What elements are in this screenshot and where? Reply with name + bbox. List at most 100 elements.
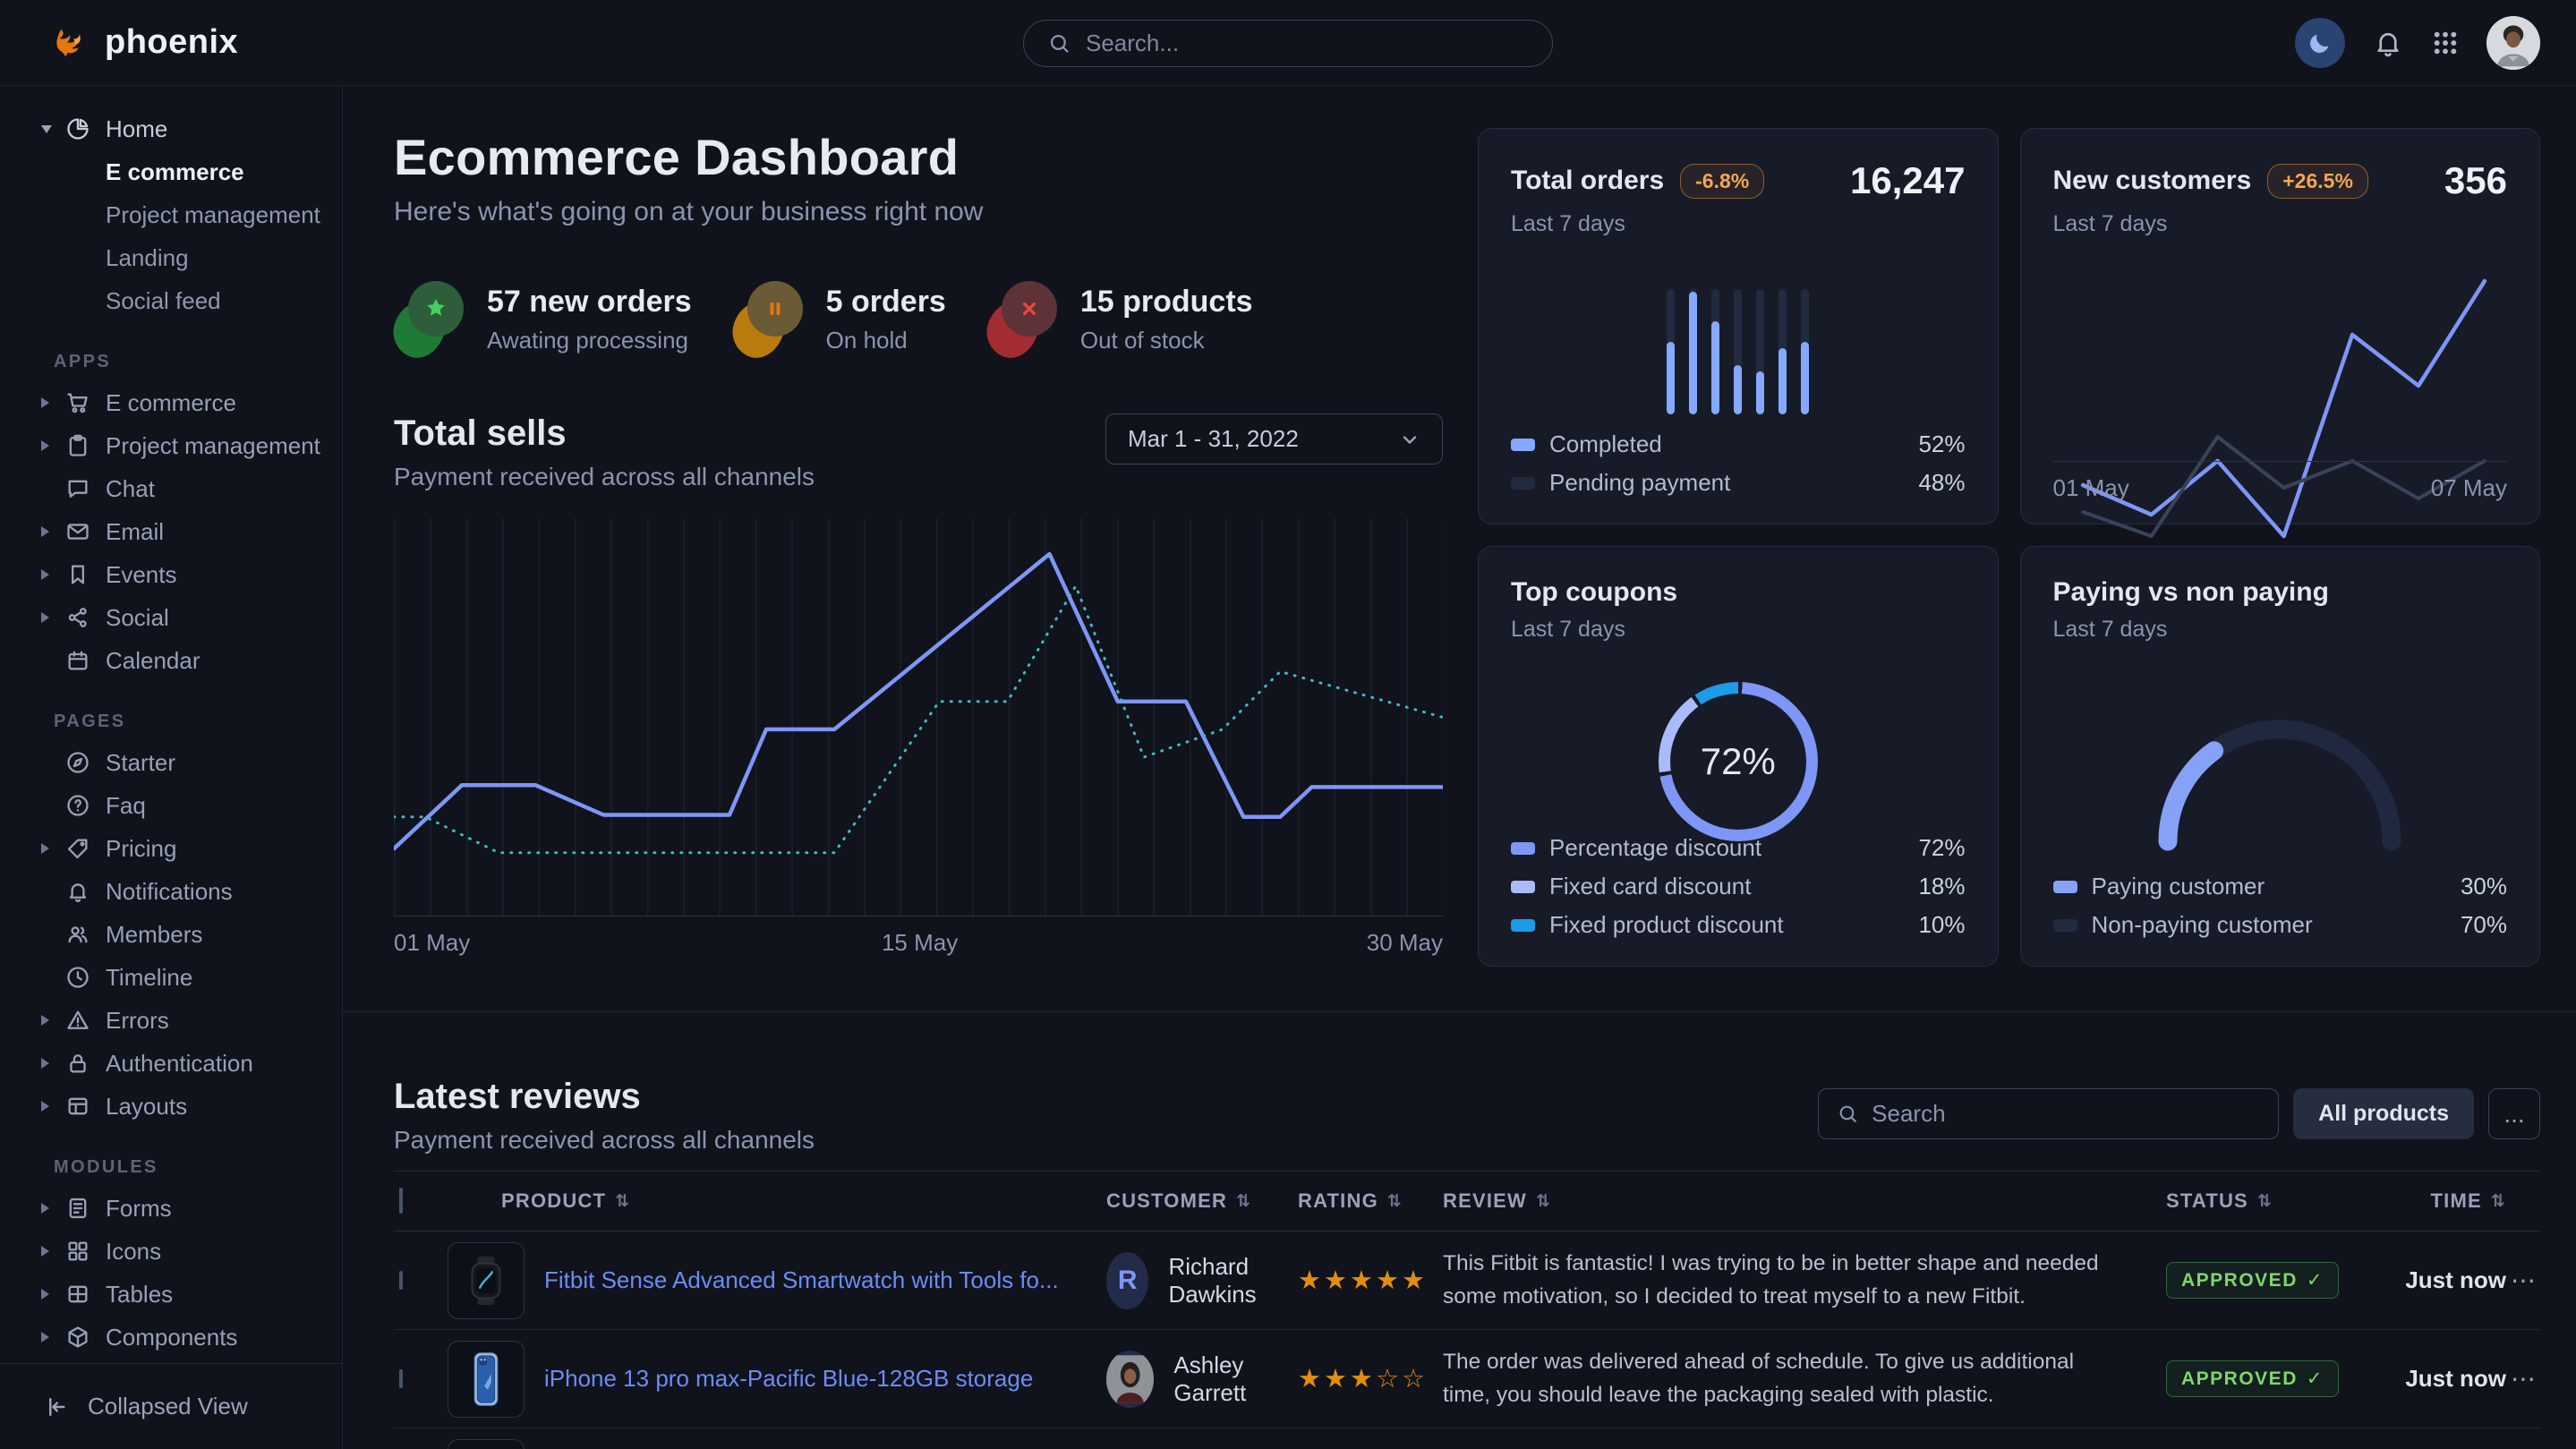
collapse-sidebar-button[interactable]: Collapsed View	[0, 1363, 342, 1449]
sidebar-item-starter[interactable]: Starter	[0, 741, 342, 784]
row-menu-button[interactable]: ⋯	[2506, 1364, 2540, 1394]
sidebar-item-components[interactable]: Components	[0, 1316, 342, 1359]
all-products-button[interactable]: All products	[2293, 1088, 2474, 1139]
sidebar-item-forms[interactable]: Forms	[0, 1187, 342, 1230]
brand-logo[interactable]: phoenix	[51, 22, 238, 64]
total-sells-chart: 01 May 15 May 30 May	[394, 518, 1443, 954]
product-thumbnail-smartwatch[interactable]	[448, 1242, 525, 1319]
sidebar-item-icons[interactable]: Icons	[0, 1230, 342, 1273]
collapse-icon	[45, 1394, 72, 1420]
legend-item: Pending payment 48%	[1511, 469, 1966, 497]
sidebar-item-authentication[interactable]: Authentication	[0, 1042, 342, 1085]
reviews-search-input[interactable]	[1872, 1100, 2260, 1128]
legend-chip	[1511, 477, 1535, 490]
sidebar-item-email[interactable]: Email	[0, 510, 342, 553]
product-link[interactable]: iPhone 13 pro max-Pacific Blue-128GB sto…	[544, 1365, 1033, 1393]
star-icon	[408, 281, 464, 337]
components-box-icon	[64, 1325, 91, 1350]
table-row-partial	[394, 1428, 2540, 1449]
sidebar-item-calendar[interactable]: Calendar	[0, 639, 342, 682]
sort-icon[interactable]: ⇅	[1387, 1191, 1403, 1212]
stat-orders-on-hold: 5 orders On hold	[733, 281, 946, 358]
lock-icon	[64, 1051, 91, 1076]
reviews-search[interactable]	[1818, 1088, 2279, 1139]
new-customers-card: New customers +26.5% 356 Last 7 days 01 …	[2020, 128, 2541, 524]
caret-right-icon	[41, 1015, 64, 1026]
column-customer: CUSTOMER	[1106, 1189, 1227, 1213]
row-checkbox[interactable]	[399, 1271, 403, 1290]
row-menu-button[interactable]: ⋯	[2506, 1266, 2540, 1295]
product-thumbnail[interactable]	[448, 1439, 525, 1449]
sidebar-item-project-management-app[interactable]: Project management	[0, 424, 342, 467]
order-bar	[1711, 289, 1719, 414]
caret-right-icon	[41, 1332, 64, 1342]
card-period: Last 7 days	[2053, 211, 2508, 237]
brand-name: phoenix	[105, 23, 238, 62]
customer-photo-avatar[interactable]	[1106, 1351, 1154, 1408]
bell-icon	[64, 879, 91, 904]
x-tick: 07 May	[2431, 474, 2507, 502]
caret-right-icon	[41, 569, 64, 580]
caret-right-icon	[41, 1289, 64, 1300]
sidebar-item-notifications[interactable]: Notifications	[0, 870, 342, 913]
total-sells-title: Total sells	[394, 413, 815, 454]
customer-initial-avatar[interactable]: R	[1106, 1252, 1148, 1309]
sort-icon[interactable]: ⇅	[1536, 1191, 1551, 1212]
sidebar-item-members[interactable]: Members	[0, 913, 342, 956]
card-title: Top coupons	[1511, 577, 1677, 608]
date-range-value: Mar 1 - 31, 2022	[1128, 425, 1299, 453]
x-tick: 30 May	[1367, 929, 1443, 957]
theme-toggle-button[interactable]	[2295, 18, 2345, 68]
global-search-input[interactable]	[1086, 30, 1529, 57]
reviews-more-button[interactable]: ...	[2488, 1088, 2540, 1139]
product-thumbnail-iphone[interactable]	[448, 1341, 525, 1418]
sidebar-group-modules: MODULES	[0, 1147, 342, 1187]
review-time: Just now	[2399, 1266, 2506, 1294]
sidebar-item-tables[interactable]: Tables	[0, 1273, 342, 1316]
sidebar-item-pricing[interactable]: Pricing	[0, 827, 342, 870]
review-time: Just now	[2399, 1365, 2506, 1393]
sidebar-item-faq[interactable]: Faq	[0, 784, 342, 827]
sidebar-item-chat[interactable]: Chat	[0, 467, 342, 510]
sort-icon[interactable]: ⇅	[2257, 1191, 2273, 1212]
user-avatar[interactable]	[2486, 16, 2540, 70]
sidebar-item-home[interactable]: Home	[0, 107, 342, 150]
status-badge: APPROVED ✓	[2166, 1360, 2339, 1397]
select-all-checkbox[interactable]	[399, 1188, 403, 1214]
clipboard-icon	[64, 433, 91, 458]
sidebar-item-ecommerce-dashboard[interactable]: E commerce	[0, 150, 342, 193]
sidebar-item-ecommerce-app[interactable]: E commerce	[0, 381, 342, 424]
sort-icon[interactable]: ⇅	[2491, 1191, 2506, 1212]
sort-icon[interactable]: ⇅	[1236, 1191, 1251, 1212]
sidebar-item-social[interactable]: Social	[0, 596, 342, 639]
sidebar-item-landing[interactable]: Landing	[0, 236, 342, 279]
order-bar	[1734, 289, 1742, 414]
apps-grid-button[interactable]	[2431, 29, 2460, 57]
sidebar-item-timeline[interactable]: Timeline	[0, 956, 342, 999]
stat-sublabel: On hold	[826, 327, 946, 354]
sidebar-item-errors[interactable]: Errors	[0, 999, 342, 1042]
sidebar-item-social-feed[interactable]: Social feed	[0, 279, 342, 322]
grid-icon	[2431, 29, 2460, 57]
row-checkbox[interactable]	[399, 1369, 403, 1388]
date-range-select[interactable]: Mar 1 - 31, 2022	[1105, 413, 1443, 465]
stat-value: 5 orders	[826, 285, 946, 320]
total-sells-header: Total sells Payment received across all …	[394, 413, 1443, 491]
mail-icon	[64, 519, 91, 544]
card-title: Paying vs non paying	[2053, 577, 2329, 608]
compass-icon	[64, 750, 91, 775]
sidebar-item-events[interactable]: Events	[0, 553, 342, 596]
sort-icon[interactable]: ⇅	[615, 1191, 630, 1212]
global-search[interactable]	[1023, 20, 1553, 67]
page-subtitle: Here's what's going on at your business …	[394, 197, 1443, 227]
notifications-button[interactable]	[2372, 27, 2404, 59]
sidebar-item-layouts[interactable]: Layouts	[0, 1085, 342, 1128]
total-sells-x-axis: 01 May 15 May 30 May	[394, 916, 1443, 954]
sidebar-item-project-management-dashboard[interactable]: Project management	[0, 193, 342, 236]
table-row: iPhone 13 pro max-Pacific Blue-128GB sto…	[394, 1330, 2540, 1428]
product-link[interactable]: Fitbit Sense Advanced Smartwatch with To…	[544, 1266, 1059, 1294]
stat-new-orders: 57 new orders Awating processing	[394, 281, 692, 358]
x-tick: 01 May	[394, 929, 470, 956]
stats-row: 57 new orders Awating processing	[394, 281, 1443, 358]
card-value: 16,247	[1850, 159, 1965, 202]
